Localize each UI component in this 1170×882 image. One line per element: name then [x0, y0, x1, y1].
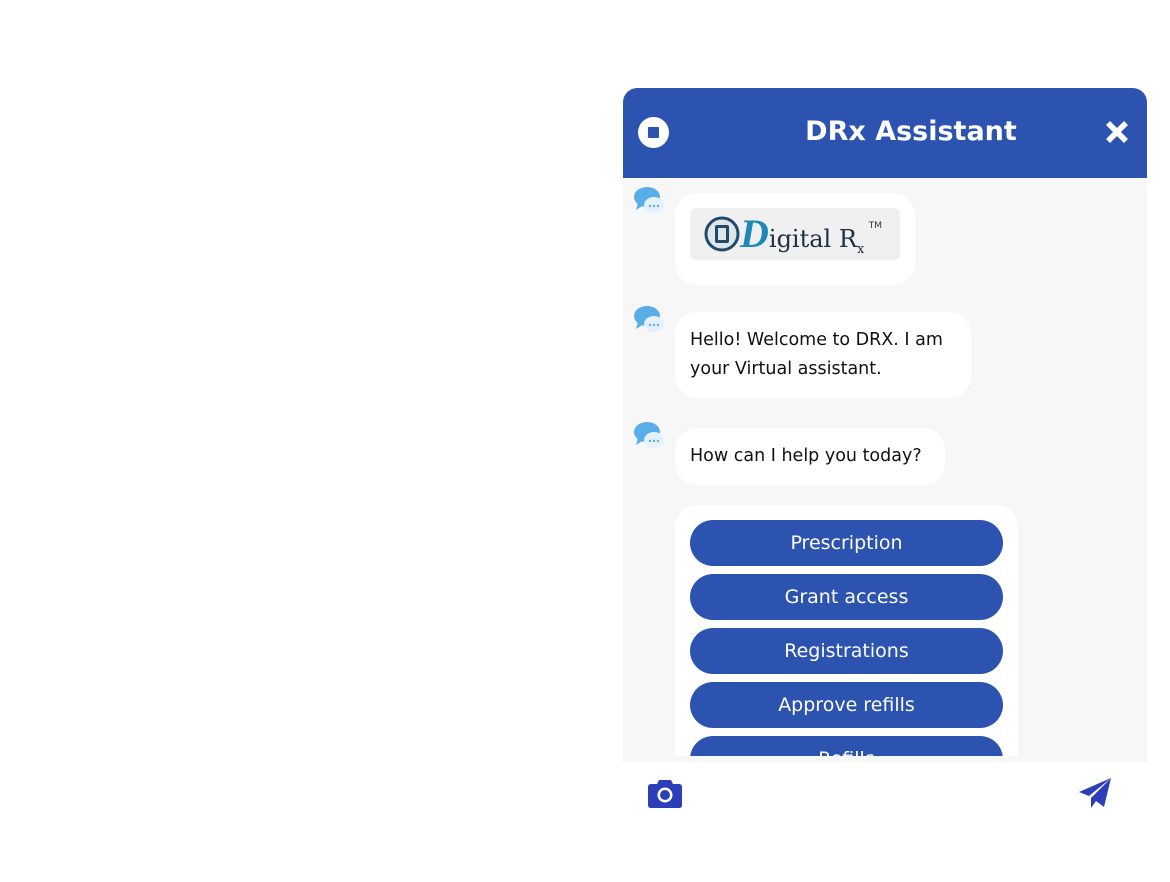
- bot-avatar-icon: [634, 187, 664, 213]
- chat-header: DRx Assistant: [623, 88, 1147, 178]
- option-approve-refills-button[interactable]: Approve refills: [690, 682, 1003, 728]
- close-icon: [1106, 121, 1128, 143]
- stop-icon: [648, 127, 659, 138]
- option-grant-access-button[interactable]: Grant access: [690, 574, 1003, 620]
- close-button[interactable]: [1101, 116, 1133, 148]
- stop-button[interactable]: [638, 117, 669, 148]
- digital-rx-logo: Digital Rx TM: [690, 208, 900, 260]
- camera-button[interactable]: [647, 776, 683, 810]
- bot-message: How can I help you today?: [675, 428, 945, 485]
- chat-widget: DRx Assistant Digital Rx TM Hello! Welco…: [623, 88, 1147, 832]
- message-list[interactable]: Digital Rx TM Hello! Welcome to DRX. I a…: [623, 178, 1147, 756]
- chat-footer: [623, 762, 1147, 832]
- option-registrations-button[interactable]: Registrations: [690, 628, 1003, 674]
- send-icon: [1079, 778, 1111, 808]
- bot-message: Hello! Welcome to DRX. I am your Virtual…: [675, 312, 971, 398]
- bot-avatar-icon: [634, 422, 664, 448]
- logo-trademark: TM: [868, 221, 882, 231]
- logo-text: Digital Rx: [740, 211, 865, 257]
- quick-replies: Prescription Grant access Registrations …: [675, 505, 1018, 756]
- logo-message: Digital Rx TM: [675, 193, 915, 285]
- chat-title: DRx Assistant: [805, 116, 1017, 147]
- option-prescription-button[interactable]: Prescription: [690, 520, 1003, 566]
- send-button[interactable]: [1077, 776, 1113, 812]
- bot-avatar-icon: [634, 306, 664, 332]
- logo-emblem-icon: [704, 216, 740, 252]
- option-refills-button[interactable]: Refills: [690, 736, 1003, 756]
- camera-icon: [648, 780, 682, 808]
